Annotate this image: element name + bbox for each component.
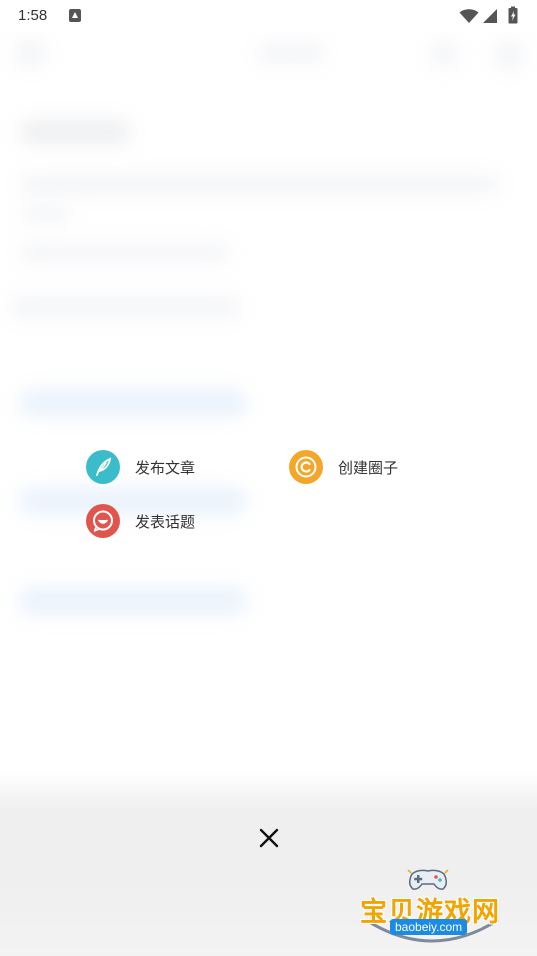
notification-icon (69, 9, 81, 22)
feather-icon (86, 450, 120, 484)
battery-charging-icon (508, 6, 518, 24)
watermark-domain: baobeiy.com (390, 919, 468, 935)
wifi-icon (459, 9, 479, 23)
menu-item-publish-topic[interactable]: 发表话题 (86, 504, 195, 538)
gamepad-icon (407, 869, 449, 890)
menu-label-create-circle: 创建圈子 (338, 458, 399, 477)
signal-icon (483, 9, 497, 23)
menu-label-publish-article: 发布文章 (135, 458, 196, 477)
watermark-logo: 宝贝游戏网 baobeiy.com (358, 866, 508, 952)
circle-c-icon (289, 450, 323, 484)
menu-label-publish-topic: 发表话题 (135, 512, 196, 531)
menu-item-create-circle[interactable]: 创建圈子 (289, 450, 398, 484)
status-bar: 1:58 (0, 0, 537, 32)
status-time: 1:58 (18, 7, 48, 24)
close-icon (259, 828, 279, 848)
menu-item-publish-article[interactable]: 发布文章 (86, 450, 195, 484)
chat-face-icon (86, 504, 120, 538)
close-button[interactable] (253, 822, 285, 854)
